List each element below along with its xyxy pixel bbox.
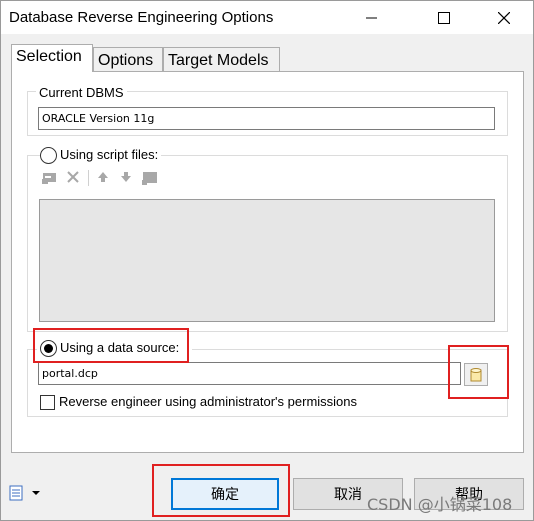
add-file-icon[interactable] [42,170,58,186]
admin-permissions-checkbox[interactable] [40,395,55,410]
close-icon [498,11,510,24]
data-source-field[interactable]: portal.dcp [38,362,461,385]
toolbar-separator [88,170,89,186]
current-dbms-field: ORACLE Version 11g [38,107,495,130]
close-button[interactable] [481,1,527,34]
current-dbms-label: Current DBMS [36,85,127,100]
admin-permissions-label: Reverse engineer using administrator's p… [59,394,358,409]
move-down-icon[interactable] [120,171,132,183]
script-files-label: Using script files: [57,147,162,162]
tab-target-models[interactable]: Target Models [163,47,280,72]
delete-icon[interactable] [66,170,80,184]
document-list-icon [9,485,23,501]
script-files-list[interactable] [39,199,495,322]
ok-button[interactable]: 确定 [171,478,279,510]
minimize-icon [366,17,377,18]
watermark: CSDN @小锅菜108 [367,495,513,514]
chevron-down-icon [32,491,40,495]
move-up-icon[interactable] [97,171,109,183]
tab-selection[interactable]: Selection [11,44,93,72]
window-title: Database Reverse Engineering Options [9,9,274,26]
title-bar: Database Reverse Engineering Options [1,1,533,34]
maximize-icon [438,11,450,24]
folder-icon[interactable] [142,170,158,186]
highlight-data-source-radio [33,328,189,363]
script-files-radio[interactable] [40,147,57,164]
maximize-button[interactable] [421,1,467,34]
dialog-window: Database Reverse Engineering Options Sel… [0,0,534,521]
highlight-browse-button [448,345,509,399]
tab-options[interactable]: Options [93,47,163,72]
options-menu-button[interactable] [9,485,41,501]
minimize-button[interactable] [349,1,395,34]
